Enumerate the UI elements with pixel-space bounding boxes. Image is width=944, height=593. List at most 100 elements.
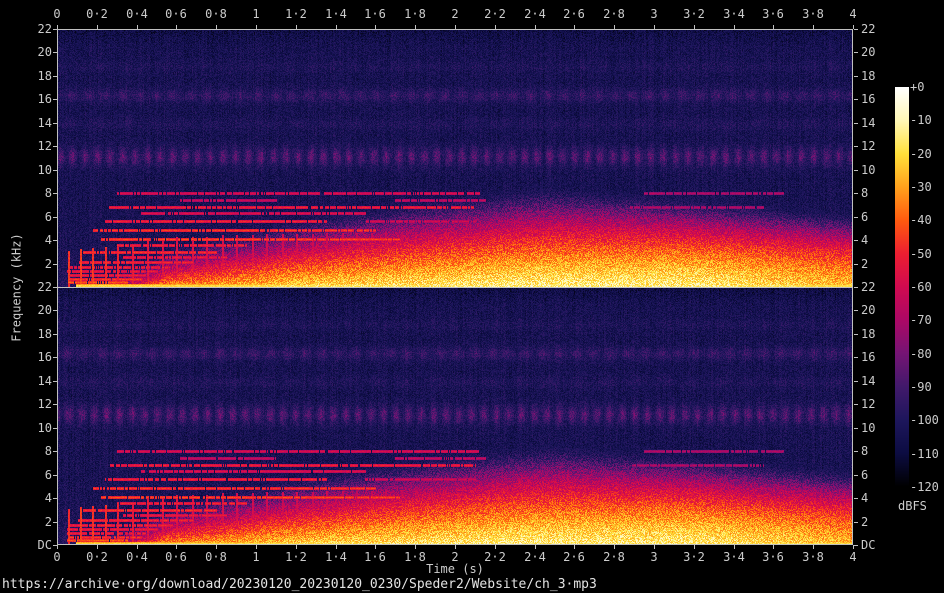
time-tick — [97, 25, 98, 29]
time-tick-label: 1·8 — [395, 7, 435, 21]
freq-tick-label: 18 — [12, 327, 52, 341]
freq-tick-label: 2 — [12, 515, 52, 529]
freq-tick — [854, 522, 858, 523]
freq-tick — [854, 310, 858, 311]
time-tick-label: 0·2 — [77, 7, 117, 21]
freq-tick-label: 18 — [12, 69, 52, 83]
time-tick — [256, 25, 257, 29]
time-tick — [137, 25, 138, 29]
freq-tick-label: 20 — [12, 303, 52, 317]
freq-tick — [854, 123, 858, 124]
colorbar-tick-label: -100 — [910, 413, 944, 427]
time-tick-label: 2·2 — [475, 7, 515, 21]
freq-tick — [53, 428, 57, 429]
freq-tick — [53, 498, 57, 499]
freq-tick — [854, 428, 858, 429]
freq-tick — [53, 475, 57, 476]
time-tick-label: 2·4 — [515, 7, 555, 21]
freq-tick-label: DC — [861, 538, 901, 552]
freq-tick — [53, 99, 57, 100]
time-tick — [415, 25, 416, 29]
colorbar-tick-label: -90 — [910, 380, 944, 394]
time-tick-label: 2 — [435, 7, 475, 21]
freq-tick — [53, 545, 57, 546]
freq-tick-label: 6 — [12, 468, 52, 482]
time-axis-label: Time (s) — [57, 562, 853, 576]
time-tick — [216, 25, 217, 29]
freq-tick-label: 14 — [12, 374, 52, 388]
time-tick — [734, 25, 735, 29]
colorbar-tick-label: -120 — [910, 480, 944, 494]
freq-tick-label: 20 — [12, 45, 52, 59]
freq-tick-label: 4 — [12, 491, 52, 505]
time-tick-label: 3 — [634, 7, 674, 21]
freq-tick — [53, 334, 57, 335]
freq-tick-label: 4 — [861, 491, 901, 505]
colorbar-tick-label: -40 — [910, 213, 944, 227]
freq-tick — [53, 264, 57, 265]
freq-tick — [854, 217, 858, 218]
freq-tick — [854, 170, 858, 171]
time-tick — [336, 25, 337, 29]
freq-tick — [53, 52, 57, 53]
time-tick — [535, 25, 536, 29]
freq-tick-label: DC — [12, 538, 52, 552]
colorbar-tick-label: -20 — [910, 147, 944, 161]
time-tick — [734, 545, 735, 549]
time-tick — [654, 25, 655, 29]
time-tick — [694, 25, 695, 29]
time-tick-label: 0 — [37, 7, 77, 21]
time-tick-label: 3·8 — [793, 7, 833, 21]
freq-tick-label: 12 — [12, 397, 52, 411]
time-tick — [415, 545, 416, 549]
time-tick-label: 1 — [236, 7, 276, 21]
time-tick — [176, 545, 177, 549]
time-tick — [455, 545, 456, 549]
freq-tick — [53, 146, 57, 147]
colorbar-tick-label: -10 — [910, 113, 944, 127]
time-tick-label: 3·6 — [753, 7, 793, 21]
freq-tick — [854, 52, 858, 53]
freq-tick — [854, 99, 858, 100]
time-tick — [455, 25, 456, 29]
freq-tick-label: 20 — [861, 45, 901, 59]
freq-tick — [53, 451, 57, 452]
freq-tick — [53, 287, 57, 288]
colorbar-tick-label: -60 — [910, 280, 944, 294]
colorbar-tick-label: -70 — [910, 313, 944, 327]
time-tick — [57, 545, 58, 549]
freq-tick-label: 2 — [12, 257, 52, 271]
freq-tick-label: 22 — [12, 22, 52, 36]
colorbar-tick-label: -110 — [910, 447, 944, 461]
time-tick — [296, 545, 297, 549]
freq-tick-label: 22 — [12, 280, 52, 294]
time-tick — [773, 545, 774, 549]
source-url-text: https://archive·org/download/20230120_20… — [2, 577, 597, 592]
time-tick — [256, 545, 257, 549]
time-tick — [574, 545, 575, 549]
time-tick-label: 4 — [833, 7, 873, 21]
freq-tick-label: 10 — [12, 163, 52, 177]
freq-tick — [854, 451, 858, 452]
time-tick-label: 2·8 — [594, 7, 634, 21]
freq-tick-label: 14 — [12, 116, 52, 130]
colorbar-unit-label: dBFS — [898, 499, 927, 513]
freq-tick-label: 12 — [12, 139, 52, 153]
freq-tick — [53, 381, 57, 382]
freq-tick — [53, 240, 57, 241]
freq-tick-label: 8 — [12, 444, 52, 458]
freq-tick — [53, 217, 57, 218]
freq-tick — [854, 334, 858, 335]
freq-tick — [53, 76, 57, 77]
freq-tick — [854, 146, 858, 147]
colorbar-tick-label: -80 — [910, 347, 944, 361]
time-tick-label: 1·2 — [276, 7, 316, 21]
time-tick — [495, 545, 496, 549]
colorbar-tick-label: -50 — [910, 247, 944, 261]
freq-tick — [53, 522, 57, 523]
freq-tick-label: 22 — [861, 22, 901, 36]
freq-tick — [854, 381, 858, 382]
time-tick — [614, 25, 615, 29]
channel-divider-line — [57, 287, 853, 288]
time-tick — [137, 545, 138, 549]
